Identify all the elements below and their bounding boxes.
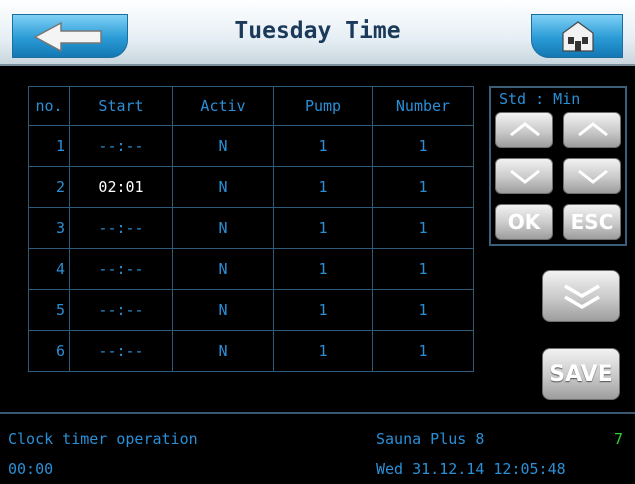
- chevron-up-icon: [578, 122, 608, 137]
- table-header-row: no. Start Activ Pump Number: [28, 86, 474, 126]
- chevron-down-icon: [578, 169, 608, 184]
- cell-pump[interactable]: 1: [273, 166, 373, 208]
- cell-start[interactable]: --:--: [69, 289, 173, 331]
- cell-start[interactable]: --:--: [69, 207, 173, 249]
- col-header-number: Number: [372, 86, 474, 126]
- home-button[interactable]: [531, 14, 623, 58]
- hour-down-button[interactable]: [495, 158, 553, 194]
- cell-activ[interactable]: N: [172, 125, 274, 167]
- cell-number[interactable]: 1: [372, 248, 474, 290]
- cell-number[interactable]: 1: [372, 289, 474, 331]
- double-chevron-down-icon: [564, 284, 600, 310]
- cell-pump[interactable]: 1: [273, 207, 373, 249]
- cell-start[interactable]: --:--: [69, 248, 173, 290]
- operation-mode-text: Clock timer operation: [8, 430, 198, 448]
- datetime-text: Wed 31.12.14 12:05:48: [376, 460, 566, 478]
- header-bar: Tuesday Time: [0, 0, 635, 66]
- device-name-text: Sauna Plus 8: [376, 430, 485, 448]
- table-row[interactable]: 4 --:-- N 1 1: [28, 248, 474, 290]
- cell-pump[interactable]: 1: [273, 330, 373, 372]
- cell-no: 4: [28, 248, 70, 290]
- status-indicator: 7: [614, 430, 624, 448]
- table-row[interactable]: 6 --:-- N 1 1: [28, 330, 474, 372]
- minute-down-button[interactable]: [563, 158, 621, 194]
- panel-label: Std : Min: [499, 90, 581, 108]
- cell-number[interactable]: 1: [372, 166, 474, 208]
- chevron-down-icon: [510, 169, 540, 184]
- cell-no: 1: [28, 125, 70, 167]
- cell-pump[interactable]: 1: [273, 248, 373, 290]
- timer-time-text: 00:00: [8, 460, 54, 478]
- cell-pump[interactable]: 1: [273, 125, 373, 167]
- cell-number[interactable]: 1: [372, 330, 474, 372]
- table-row[interactable]: 2 02:01 N 1 1: [28, 166, 474, 208]
- col-header-pump: Pump: [273, 86, 373, 126]
- cell-activ[interactable]: N: [172, 207, 274, 249]
- table-row[interactable]: 5 --:-- N 1 1: [28, 289, 474, 331]
- table-row[interactable]: 3 --:-- N 1 1: [28, 207, 474, 249]
- table-row[interactable]: 1 --:-- N 1 1: [28, 125, 474, 167]
- save-button[interactable]: SAVE: [542, 348, 620, 400]
- ok-button[interactable]: OK: [495, 204, 553, 240]
- cell-no: 2: [28, 166, 70, 208]
- timer-table: no. Start Activ Pump Number 1 --:-- N 1 …: [28, 86, 474, 372]
- next-page-button[interactable]: [542, 270, 620, 322]
- cell-no: 6: [28, 330, 70, 372]
- cell-start-selected[interactable]: 02:01: [69, 166, 173, 208]
- cell-start[interactable]: --:--: [69, 125, 173, 167]
- chevron-up-icon: [510, 122, 540, 137]
- home-icon: [562, 21, 594, 52]
- cell-pump[interactable]: 1: [273, 289, 373, 331]
- status-bar: Clock timer operation Sauna Plus 8 7 00:…: [0, 412, 635, 484]
- cell-number[interactable]: 1: [372, 207, 474, 249]
- cell-activ[interactable]: N: [172, 248, 274, 290]
- cell-start[interactable]: --:--: [69, 330, 173, 372]
- cell-number[interactable]: 1: [372, 125, 474, 167]
- hour-up-button[interactable]: [495, 112, 553, 148]
- col-header-no: no.: [28, 86, 70, 126]
- minute-up-button[interactable]: [563, 112, 621, 148]
- cell-activ[interactable]: N: [172, 166, 274, 208]
- cell-no: 5: [28, 289, 70, 331]
- esc-button[interactable]: ESC: [563, 204, 621, 240]
- col-header-activ: Activ: [172, 86, 274, 126]
- cell-no: 3: [28, 207, 70, 249]
- time-adjust-panel: Std : Min OK ESC: [489, 86, 627, 246]
- cell-activ[interactable]: N: [172, 289, 274, 331]
- col-header-start: Start: [69, 86, 173, 126]
- cell-activ[interactable]: N: [172, 330, 274, 372]
